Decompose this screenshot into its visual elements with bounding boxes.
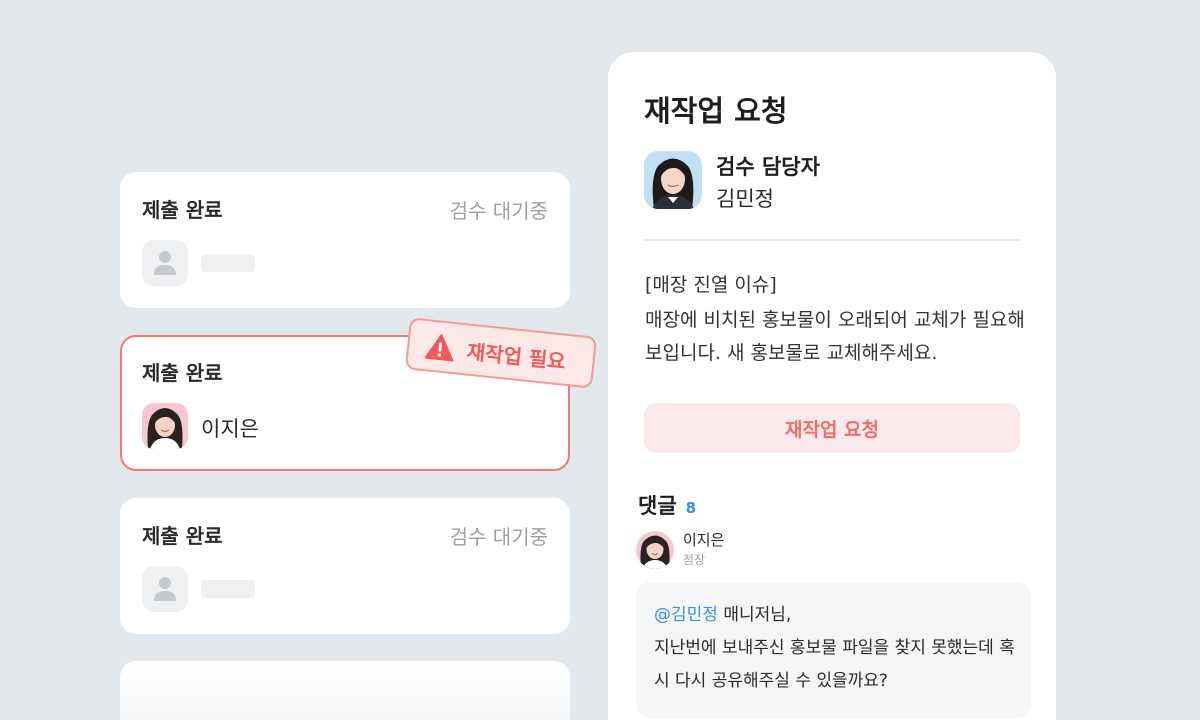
status-text: 검수 대기중 [449,525,548,549]
comment-text: @김민정 매니저님, 지난번에 보내주신 홍보물 파일을 찾지 못했는데 혹시 … [654,599,1019,698]
comment-bubble: @김민정 매니저님, 지난번에 보내주신 홍보물 파일을 찾지 못했는데 혹시 … [636,582,1031,718]
rework-request-button[interactable]: 재작업 요청 [644,403,1020,453]
submission-card[interactable]: 제출 완료 검수 대기중 [120,498,570,634]
comments-count: 8 [685,499,697,517]
reviewer-name: 김민정 [716,187,774,211]
reviewer-avatar [644,151,702,209]
name-placeholder [201,254,255,272]
card-title: 제출 완료 [142,524,223,548]
status-text: 검수 대기중 [449,199,548,223]
card-title: 제출 완료 [142,198,223,222]
person-icon [154,251,176,275]
panel-title: 재작업 요청 [644,94,788,128]
name-placeholder [201,580,255,598]
comments-label: 댓글 [638,494,677,518]
submission-card[interactable]: 제출 완료 검수 대기중 [120,172,570,308]
rework-request-panel: 재작업 요청 검수 담당자 김민정 [매장 진열 이슈] 매장에 비치된 홍보물… [608,52,1056,720]
issue-category: [매장 진열 이슈] [645,274,777,296]
avatar-placeholder [142,240,188,286]
divider [644,239,1020,241]
badge-label: 재작업 필요 [465,339,567,374]
card-title: 제출 완료 [142,361,223,385]
avatar [636,531,674,569]
comment-author-role: 점장 [683,553,706,567]
reviewer-role: 검수 담당자 [716,155,820,179]
comments-header: 댓글 8 [638,490,696,520]
comment-author: 이지은 [683,531,725,549]
person-icon [154,577,176,601]
avatar [142,403,188,449]
warning-icon [424,333,454,361]
submission-card[interactable] [120,661,570,720]
mention-link[interactable]: @김민정 [654,605,718,625]
avatar-placeholder [142,566,188,612]
person-name: 이지은 [201,417,259,441]
issue-description: 매장에 비치된 홍보물이 오래되어 교체가 필요해보입니다. 새 홍보물로 교체… [645,309,1025,364]
